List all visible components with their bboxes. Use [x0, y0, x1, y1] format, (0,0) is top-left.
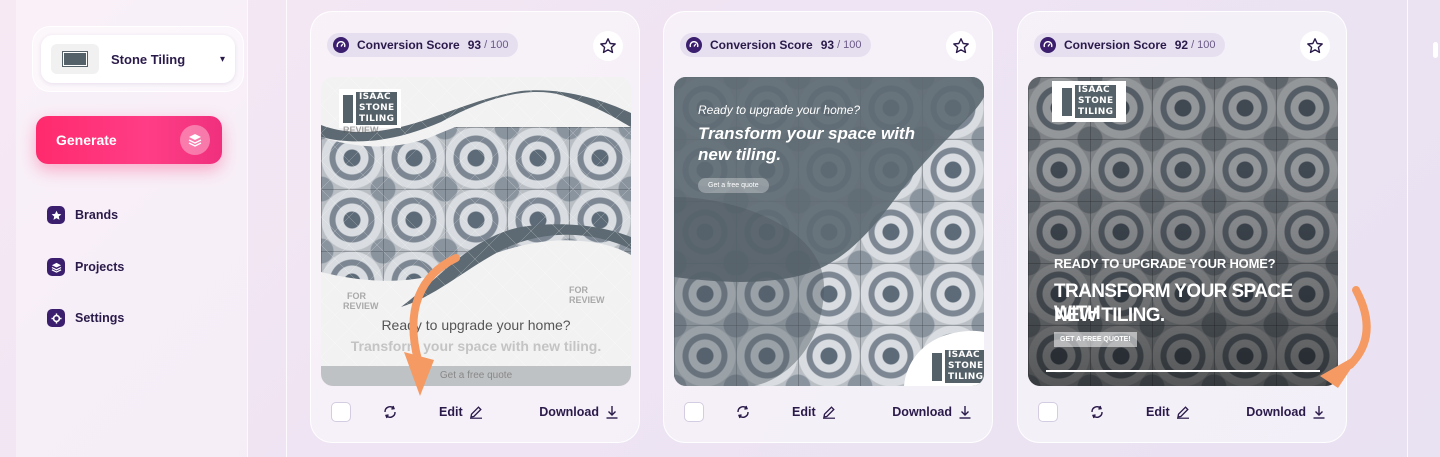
regenerate-icon[interactable]	[381, 403, 399, 421]
download-button[interactable]: Download	[892, 405, 972, 419]
sidebar: Stone Tiling ▾	[16, 0, 248, 457]
conversion-score-badge: Conversion Score 92 / 100	[1034, 33, 1226, 57]
brand-name: Stone Tiling	[111, 51, 186, 67]
score-value: 93	[467, 38, 482, 52]
download-label: Download	[539, 405, 599, 419]
ad-subhead: Transform your space with new tiling.	[698, 124, 915, 164]
conversion-score-badge: Conversion Score 93 / 100	[327, 33, 519, 57]
score-label: Conversion Score	[710, 38, 813, 52]
ad-subhead: Transform your space with new tiling.	[350, 338, 602, 354]
ad-preview-image[interactable]: ISAAC STONE TILING READY TO UPGRADE YOUR…	[1028, 77, 1338, 386]
score-max: 100	[843, 39, 862, 51]
download-label: Download	[892, 405, 952, 419]
ad-preview-image[interactable]: ISAAC STONE TILING REVIEW FOR REVIEW FOR…	[321, 77, 631, 386]
score-max: 100	[1197, 39, 1216, 51]
ad-card: Conversion Score 92 / 100 ISAAC STONE TI…	[1017, 11, 1347, 443]
ad-cta: GET A FREE QUOTE!	[1054, 332, 1137, 347]
card-actions: Edit Download	[311, 400, 639, 424]
edit-label: Edit	[792, 405, 816, 419]
select-checkbox[interactable]	[331, 402, 351, 422]
score-max: 100	[490, 39, 509, 51]
score-label: Conversion Score	[357, 38, 460, 52]
pencil-icon	[1176, 406, 1189, 419]
download-button[interactable]: Download	[1246, 405, 1326, 419]
card-actions: Edit Download	[1018, 400, 1346, 424]
favorite-button[interactable]	[593, 31, 623, 61]
card-actions: Edit Download	[664, 400, 992, 424]
pencil-icon	[469, 406, 482, 419]
watermark-text: REVIEW	[343, 125, 379, 135]
score-value: 93	[820, 38, 835, 52]
score-separator: /	[1191, 39, 1195, 51]
divider	[1046, 370, 1320, 372]
ad-card: Conversion Score 93 / 100 ISAAC STONE TI…	[310, 11, 640, 443]
edit-label: Edit	[439, 405, 463, 419]
watermark-text: FOR	[569, 285, 588, 295]
favorite-button[interactable]	[1300, 31, 1330, 61]
score-separator: /	[837, 39, 841, 51]
edit-button[interactable]: Edit	[1146, 405, 1190, 419]
favorite-button[interactable]	[946, 31, 976, 61]
download-icon	[606, 406, 618, 419]
ad-headline: Ready to upgrade your home?	[698, 103, 861, 117]
ad-card: Conversion Score 93 / 100 Ready to upgra…	[663, 11, 993, 443]
brand-logo	[51, 44, 99, 74]
sidebar-item-settings[interactable]: Settings	[47, 309, 124, 327]
ad-cta: Get a free quote	[698, 178, 769, 193]
score-value: 92	[1174, 38, 1189, 52]
generate-label: Generate	[56, 132, 117, 148]
layers-icon	[180, 125, 210, 155]
select-checkbox[interactable]	[684, 402, 704, 422]
regenerate-icon[interactable]	[1088, 403, 1106, 421]
brand-logo: ISAAC STONE TILING	[928, 347, 984, 386]
sidebar-item-brands[interactable]: Brands	[47, 206, 118, 224]
watermark-text: REVIEW	[343, 301, 379, 311]
sidebar-item-label: Brands	[75, 208, 119, 222]
scrollbar-thumb[interactable]	[1433, 42, 1438, 58]
ad-cta: Get a free quote	[321, 366, 631, 386]
select-checkbox[interactable]	[1038, 402, 1058, 422]
score-separator: /	[484, 39, 488, 51]
download-icon	[959, 406, 971, 419]
brand-logo: ISAAC STONE TILING	[1052, 81, 1127, 122]
layers-icon	[47, 258, 65, 276]
brand-logo: ISAAC STONE TILING	[339, 89, 402, 128]
brand-selector-container: Stone Tiling ▾	[32, 26, 244, 92]
ad-subhead-line-2: NEW TILING.	[1054, 305, 1165, 326]
star-outline-icon	[953, 38, 969, 54]
gear-icon	[47, 309, 65, 327]
star-outline-icon	[600, 38, 616, 54]
edit-button[interactable]: Edit	[439, 405, 483, 419]
brand-selector[interactable]: Stone Tiling ▾	[41, 35, 235, 83]
sidebar-item-label: Projects	[75, 260, 125, 274]
score-label: Conversion Score	[1064, 38, 1167, 52]
gauge-icon	[686, 37, 702, 53]
regenerate-icon[interactable]	[734, 403, 752, 421]
edit-label: Edit	[1146, 405, 1170, 419]
sidebar-item-label: Settings	[75, 311, 125, 325]
ad-headline: READY TO UPGRADE YOUR HOME?	[1054, 256, 1276, 271]
watermark-text: FOR	[347, 291, 366, 301]
generate-button[interactable]: Generate	[36, 116, 222, 164]
ad-headline: Ready to upgrade your home?	[381, 317, 571, 333]
star-icon	[47, 206, 65, 224]
star-outline-icon	[1307, 38, 1323, 54]
watermark-text: REVIEW	[569, 295, 605, 305]
download-label: Download	[1246, 405, 1306, 419]
edit-button[interactable]: Edit	[792, 405, 836, 419]
sidebar-item-projects[interactable]: Projects	[47, 258, 124, 276]
conversion-score-badge: Conversion Score 93 / 100	[680, 33, 872, 57]
gauge-icon	[1040, 37, 1056, 53]
download-icon	[1313, 406, 1325, 419]
ad-preview-image[interactable]: Ready to upgrade your home? Transform yo…	[674, 77, 984, 386]
chevron-down-icon: ▾	[219, 53, 225, 65]
pencil-icon	[822, 406, 835, 419]
download-button[interactable]: Download	[539, 405, 619, 419]
gauge-icon	[333, 37, 349, 53]
